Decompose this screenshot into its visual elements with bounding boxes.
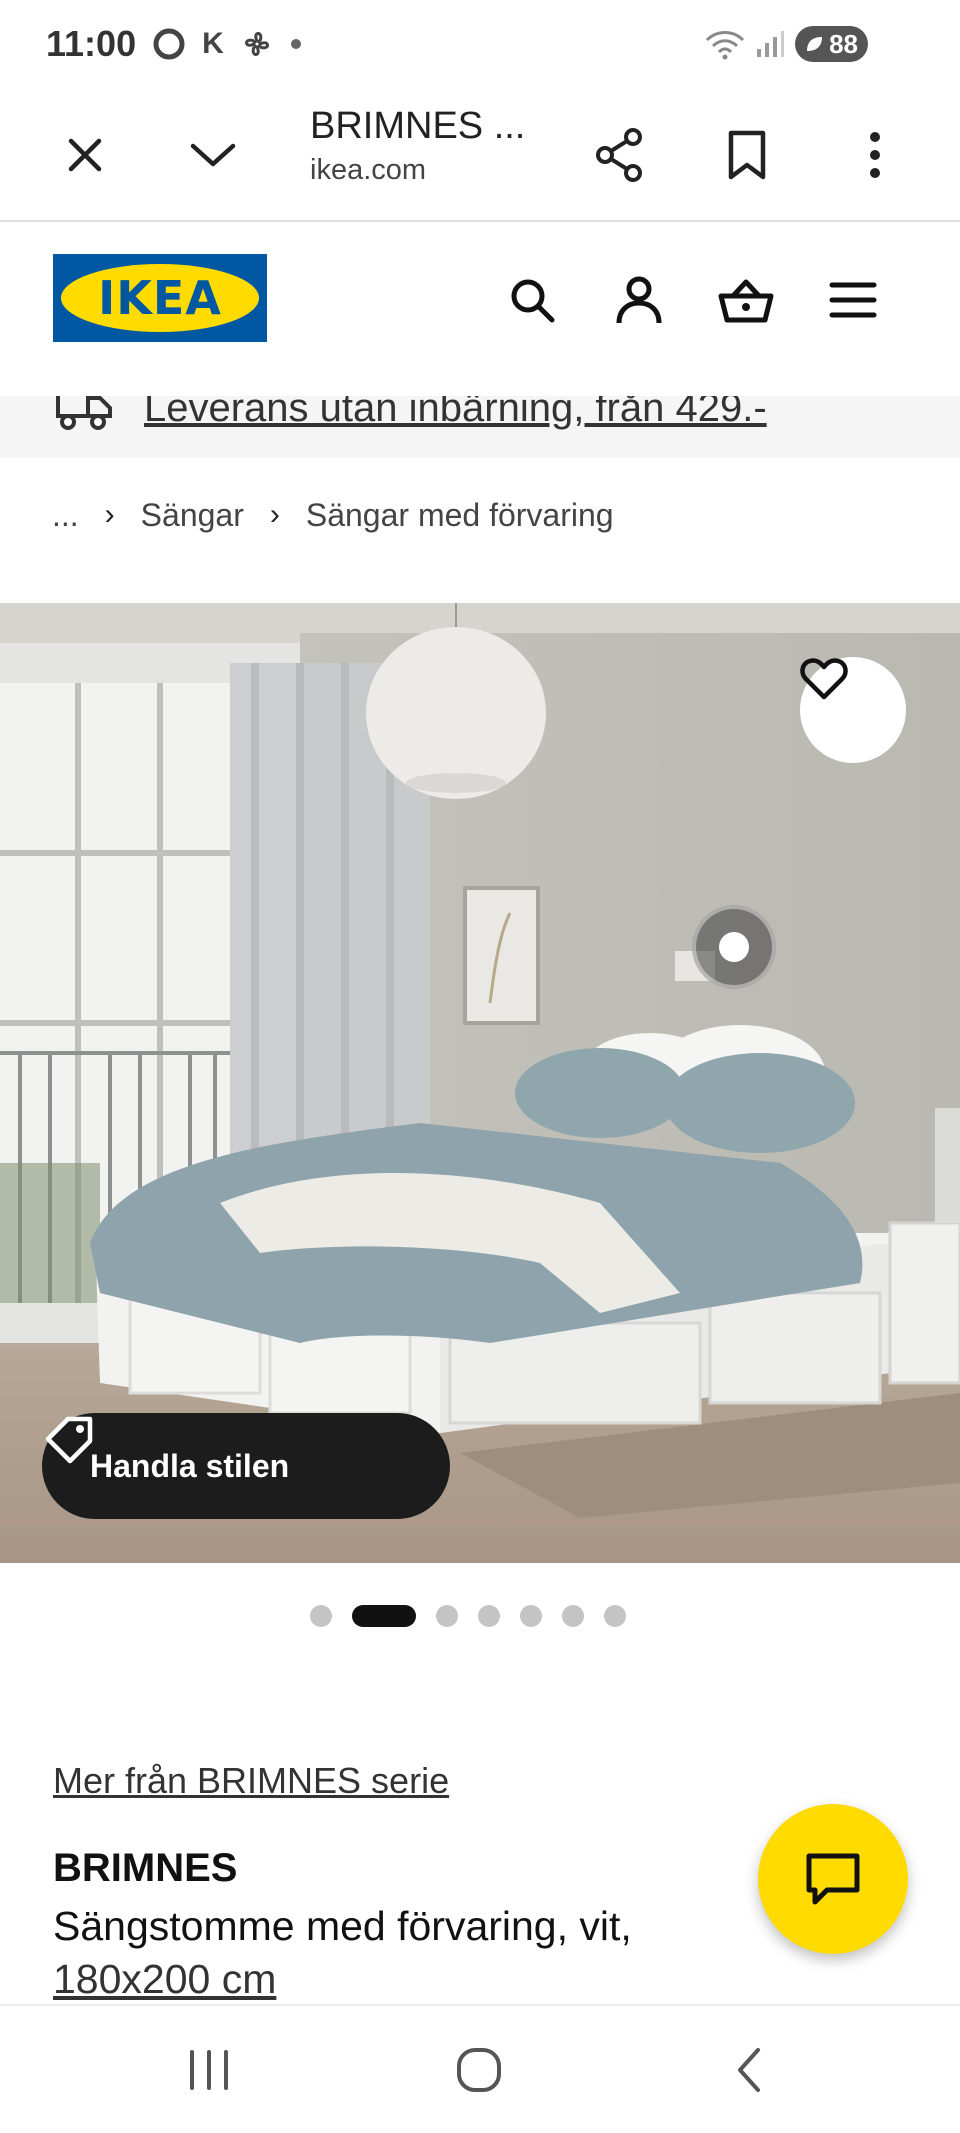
- status-system-icons: 88: [705, 26, 868, 62]
- page-title: BRIMNES ...: [310, 105, 526, 147]
- product-name: BRIMNES: [53, 1846, 238, 1890]
- ikea-logo-oval: IKEA: [61, 264, 259, 332]
- wifi-icon: [706, 31, 745, 60]
- breadcrumb-separator: ›: [104, 498, 115, 531]
- k-app-icon: K: [202, 27, 224, 60]
- battery-level: 88: [829, 28, 858, 59]
- breadcrumb-item-beds[interactable]: Sängar: [141, 497, 244, 534]
- minimize-tab-button[interactable]: [174, 116, 252, 194]
- status-bar: 11:00 K 88: [0, 0, 960, 88]
- breadcrumb-item-storage-beds[interactable]: Sängar med förvaring: [306, 497, 614, 534]
- share-icon: [596, 128, 642, 182]
- back-icon: [738, 2048, 760, 2092]
- product-hotspot[interactable]: [692, 905, 776, 989]
- account-icon: [616, 276, 662, 324]
- tag-icon: [45, 1416, 93, 1464]
- breadcrumb-separator: ›: [269, 498, 280, 531]
- hotspot-dot: [719, 932, 749, 962]
- bookmark-button[interactable]: [708, 116, 786, 194]
- carousel-dot[interactable]: [436, 1605, 458, 1627]
- share-button[interactable]: [580, 116, 658, 194]
- carousel-dot[interactable]: [562, 1605, 584, 1627]
- recent-apps-button[interactable]: [164, 2040, 254, 2100]
- breadcrumb: ... › Sängar › Sängar med förvaring: [52, 490, 614, 540]
- chat-icon: [806, 1853, 860, 1905]
- fan-icon: [244, 32, 269, 56]
- delivery-link[interactable]: Leverans utan inbärning, från 429.-: [144, 396, 767, 431]
- basket-button[interactable]: [714, 268, 778, 332]
- site-header: IKEA: [0, 222, 960, 396]
- product-description: Sängstomme med förvaring, vit, 180x200 c…: [53, 1900, 773, 2007]
- shop-the-look-label: Handla stilen: [90, 1447, 290, 1484]
- favorite-button[interactable]: [800, 657, 906, 763]
- breadcrumb-ellipsis[interactable]: ...: [52, 497, 79, 534]
- chevron-down-icon: [190, 143, 236, 167]
- series-link[interactable]: Mer från BRIMNES serie: [53, 1760, 449, 1802]
- delivery-banner-content[interactable]: Leverans utan inbärning, från 429.-: [54, 396, 767, 438]
- product-image[interactable]: Handla stilen: [0, 603, 960, 1563]
- status-time: 11:00: [46, 23, 137, 64]
- carousel-indicators: [0, 1604, 948, 1628]
- search-button[interactable]: [500, 268, 564, 332]
- more-options-button[interactable]: [836, 116, 914, 194]
- heart-icon: [800, 658, 848, 700]
- browser-toolbar: BRIMNES ... ikea.com: [0, 88, 960, 222]
- more-vert-icon: [870, 132, 880, 178]
- recents-icon: [190, 2050, 228, 2090]
- carousel-dot-active[interactable]: [352, 1605, 416, 1627]
- home-icon: [457, 2048, 501, 2092]
- close-tab-button[interactable]: [46, 116, 124, 194]
- product-dimensions-link[interactable]: 180x200 cm: [53, 1953, 773, 2006]
- status-notification-icons: K: [152, 27, 302, 61]
- carousel-dot[interactable]: [604, 1605, 626, 1627]
- product-description-text: Sängstomme med förvaring, vit,: [53, 1903, 632, 1949]
- battery-indicator: 88: [795, 26, 868, 62]
- circle-app-icon: [153, 28, 185, 60]
- carousel-dot[interactable]: [478, 1605, 500, 1627]
- dot-icon: [290, 39, 301, 49]
- ikea-logo-text: IKEA: [98, 271, 222, 325]
- system-navigation-bar: [0, 2004, 960, 2133]
- signal-icon: [757, 31, 785, 57]
- carousel-dot[interactable]: [520, 1605, 542, 1627]
- home-button[interactable]: [434, 2040, 524, 2100]
- page-url: ikea.com: [310, 154, 427, 187]
- menu-icon: [829, 282, 877, 318]
- back-button[interactable]: [704, 2040, 794, 2100]
- bookmark-icon: [728, 130, 766, 180]
- basket-icon: [718, 279, 774, 323]
- ikea-logo[interactable]: IKEA: [53, 254, 267, 342]
- shop-the-look-button[interactable]: Handla stilen: [42, 1413, 450, 1519]
- page-title-block[interactable]: BRIMNES ... ikea.com: [310, 100, 560, 188]
- carousel-dot[interactable]: [310, 1605, 332, 1627]
- account-button[interactable]: [607, 268, 671, 332]
- delivery-banner: Leverans utan inbärning, från 429.-: [0, 396, 960, 458]
- search-icon: [511, 279, 555, 323]
- chat-button[interactable]: [758, 1804, 908, 1954]
- truck-icon: [56, 396, 112, 430]
- battery-leaf-icon: [807, 37, 823, 51]
- menu-button[interactable]: [821, 268, 885, 332]
- close-icon: [68, 138, 102, 172]
